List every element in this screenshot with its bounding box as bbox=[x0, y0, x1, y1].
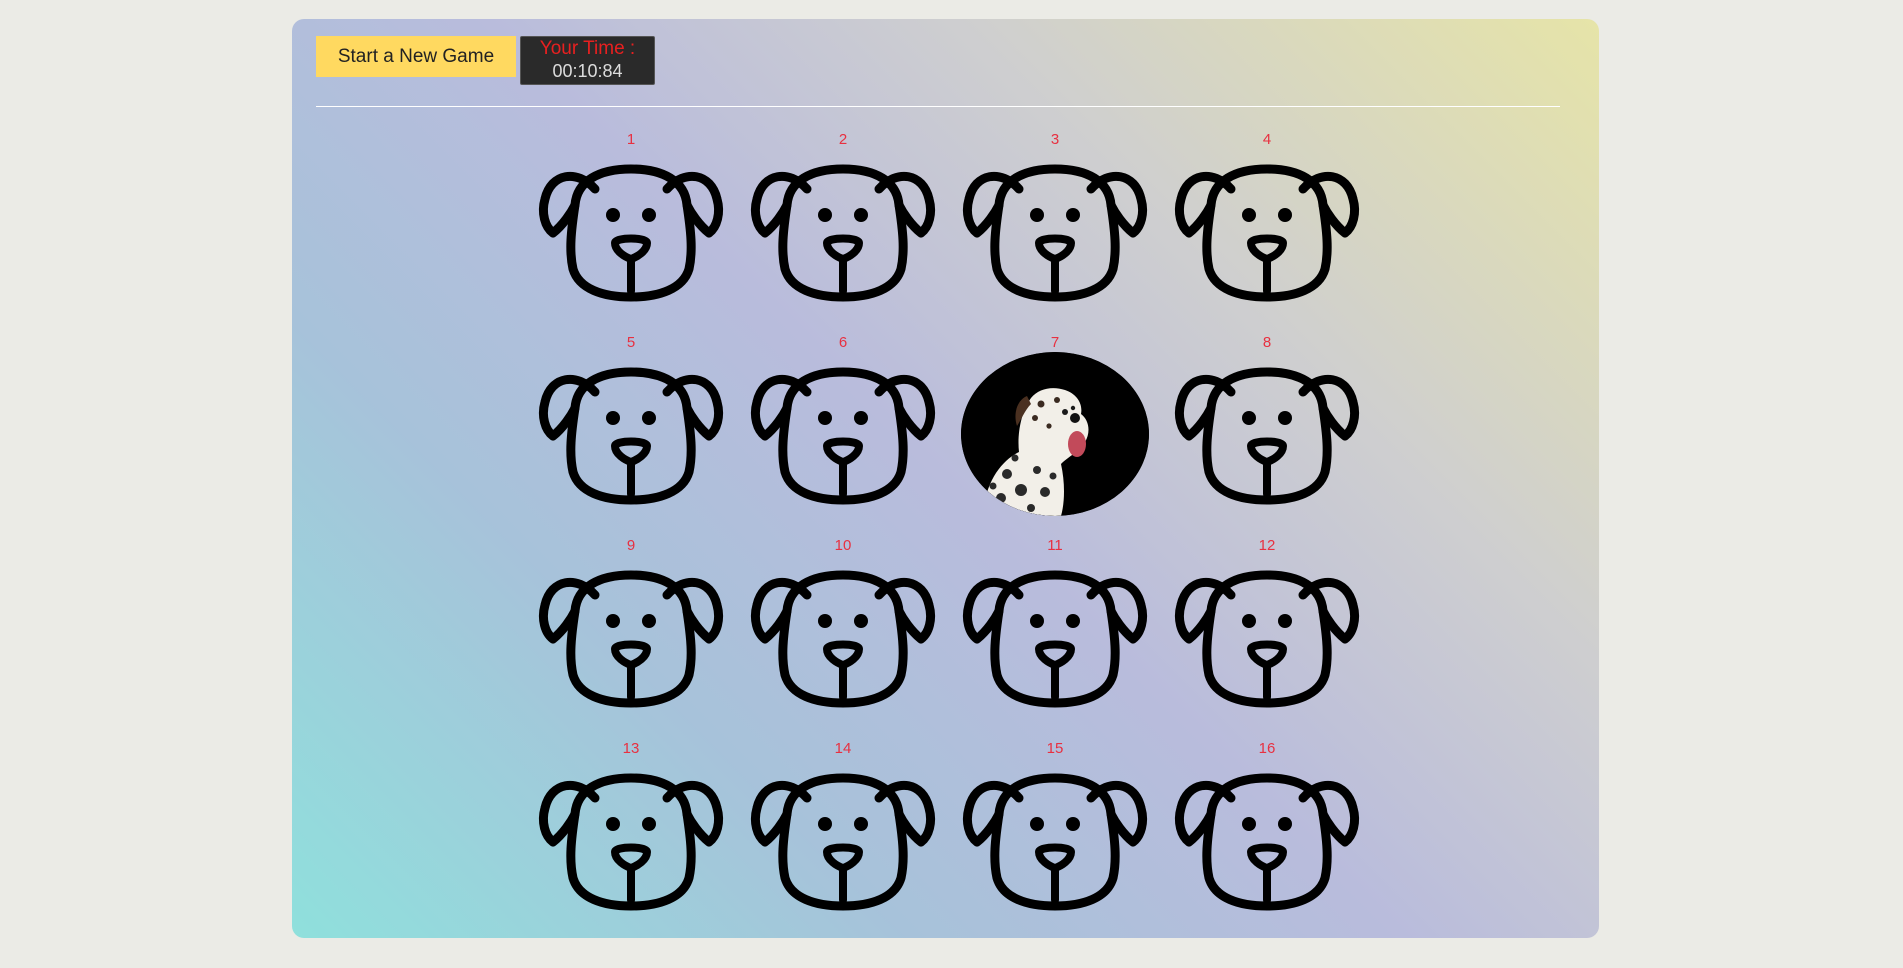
card-number: 8 bbox=[1262, 334, 1272, 351]
card-13[interactable]: 13 bbox=[525, 738, 737, 938]
dog-face-icon bbox=[749, 354, 937, 508]
dog-face-icon bbox=[1173, 151, 1361, 305]
dog-face-icon bbox=[961, 151, 1149, 305]
card-number: 11 bbox=[1047, 537, 1063, 554]
timer-value: 00:10:84 bbox=[552, 60, 623, 81]
card-number: 13 bbox=[622, 740, 640, 757]
card-number: 6 bbox=[838, 334, 848, 351]
dog-face-icon bbox=[537, 151, 725, 305]
dog-face-icon bbox=[1173, 557, 1361, 711]
dog-face-icon bbox=[537, 557, 725, 711]
card-number: 7 bbox=[1050, 334, 1060, 351]
dog-face-icon bbox=[961, 557, 1149, 711]
dog-face-icon bbox=[749, 151, 937, 305]
card-number: 16 bbox=[1258, 740, 1276, 757]
card-16[interactable]: 16 bbox=[1161, 738, 1373, 938]
card-number: 2 bbox=[838, 131, 848, 148]
card-number: 1 bbox=[626, 131, 636, 148]
card-1[interactable]: 1 bbox=[525, 129, 737, 332]
dalmatian-photo bbox=[961, 352, 1149, 516]
dog-face-icon bbox=[1173, 354, 1361, 508]
card-11[interactable]: 11 bbox=[949, 535, 1161, 738]
card-number: 15 bbox=[1046, 740, 1064, 757]
dog-face-icon bbox=[537, 760, 725, 914]
card-7[interactable]: 7 bbox=[949, 332, 1161, 535]
card-2[interactable]: 2 bbox=[737, 129, 949, 332]
card-number: 9 bbox=[626, 537, 636, 554]
divider bbox=[316, 106, 1560, 107]
dog-face-icon bbox=[749, 557, 937, 711]
card-number: 5 bbox=[626, 334, 636, 351]
card-15[interactable]: 15 bbox=[949, 738, 1161, 938]
dog-face-icon bbox=[537, 354, 725, 508]
card-3[interactable]: 3 bbox=[949, 129, 1161, 332]
card-number: 12 bbox=[1258, 537, 1276, 554]
dog-face-icon bbox=[961, 760, 1149, 914]
card-12[interactable]: 12 bbox=[1161, 535, 1373, 738]
card-8[interactable]: 8 bbox=[1161, 332, 1373, 535]
card-number: 3 bbox=[1050, 131, 1060, 148]
card-9[interactable]: 9 bbox=[525, 535, 737, 738]
dog-face-icon bbox=[1173, 760, 1361, 914]
card-10[interactable]: 10 bbox=[737, 535, 949, 738]
card-number: 4 bbox=[1262, 131, 1272, 148]
card-grid: 1234567 8 9 10 11 12 13 14 15 16 bbox=[525, 129, 1373, 938]
dog-face-icon bbox=[749, 760, 937, 914]
card-14[interactable]: 14 bbox=[737, 738, 949, 938]
card-number: 10 bbox=[834, 537, 852, 554]
game-board: Start a New Game Your Time : 00:10:84 12… bbox=[292, 19, 1599, 938]
card-number: 14 bbox=[834, 740, 852, 757]
timer-display: Your Time : 00:10:84 bbox=[520, 36, 655, 85]
timer-label: Your Time : bbox=[539, 38, 636, 59]
card-6[interactable]: 6 bbox=[737, 332, 949, 535]
card-4[interactable]: 4 bbox=[1161, 129, 1373, 332]
toolbar: Start a New Game Your Time : 00:10:84 bbox=[316, 36, 655, 85]
new-game-button[interactable]: Start a New Game bbox=[316, 36, 516, 77]
card-5[interactable]: 5 bbox=[525, 332, 737, 535]
